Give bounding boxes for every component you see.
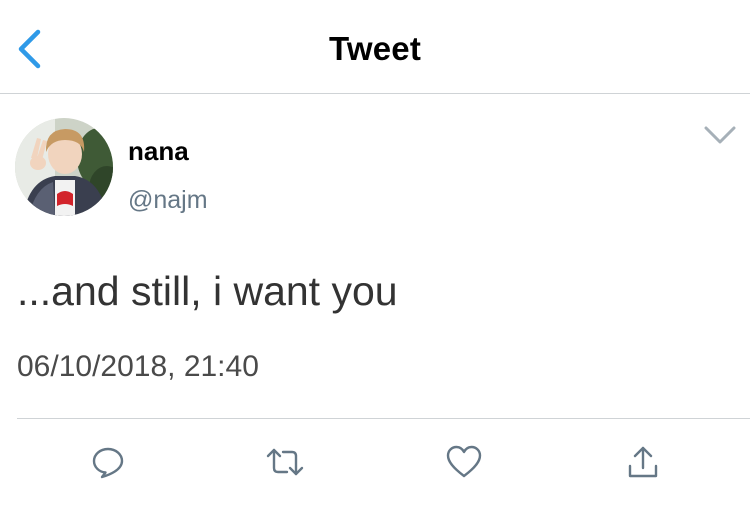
tweet-timestamp[interactable]: 06/10/2018, 21:40 [17, 350, 259, 384]
more-options-button[interactable] [700, 120, 740, 152]
share-button[interactable] [623, 446, 663, 482]
retweet-icon [265, 445, 305, 484]
tweet-text: ...and still, i want you [17, 268, 398, 314]
reply-button[interactable] [88, 446, 128, 482]
divider [17, 418, 750, 419]
like-button[interactable] [444, 445, 484, 484]
top-nav-bar: Tweet [0, 0, 750, 94]
author-handle[interactable]: @najm [128, 186, 208, 215]
heart-icon [446, 445, 482, 484]
retweet-button[interactable] [265, 446, 305, 482]
avatar[interactable] [15, 118, 113, 216]
page-title: Tweet [328, 30, 422, 67]
chevron-down-icon [700, 126, 740, 156]
author-name[interactable]: nana [128, 136, 189, 167]
share-upload-icon [625, 444, 661, 485]
reply-bubble-icon [91, 445, 125, 484]
